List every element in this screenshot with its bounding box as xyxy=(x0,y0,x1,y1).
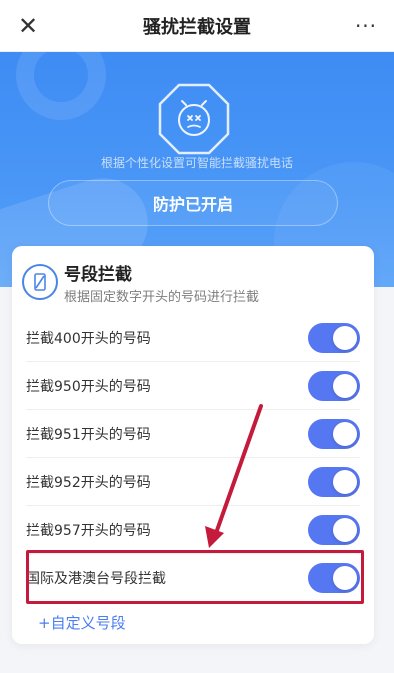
add-custom-segment-link[interactable]: +自定义号段 xyxy=(38,612,126,633)
toggle-knob xyxy=(333,518,357,542)
list-item: 拦截400开头的号码 xyxy=(26,314,360,362)
blocked-face-icon xyxy=(158,83,230,155)
toggle-switch[interactable] xyxy=(308,419,360,449)
phone-block-icon xyxy=(22,264,58,300)
toggle-knob xyxy=(333,374,357,398)
more-menu-icon[interactable]: ··· xyxy=(350,12,382,40)
toggle-knob xyxy=(333,326,357,350)
list-item: 国际及港澳台号段拦截 xyxy=(26,554,360,602)
card-description: 根据固定数字开头的号码进行拦截 xyxy=(64,290,260,305)
number-segment-card: 号段拦截 根据固定数字开头的号码进行拦截 拦截400开头的号码 拦截950开头的… xyxy=(12,246,374,644)
list-item: 拦截950开头的号码 xyxy=(26,362,360,410)
rule-label: 拦截951开头的号码 xyxy=(26,426,151,443)
page-title: 骚扰拦截设置 xyxy=(143,16,251,38)
rule-label: 拦截950开头的号码 xyxy=(26,378,151,395)
toggle-knob xyxy=(333,470,357,494)
toggle-knob xyxy=(333,566,357,590)
card-header: 号段拦截 根据固定数字开头的号码进行拦截 xyxy=(12,246,374,314)
card-title: 号段拦截 xyxy=(64,265,132,285)
list-item: 拦截951开头的号码 xyxy=(26,410,360,458)
toggle-switch[interactable] xyxy=(308,563,360,593)
protection-status-button[interactable]: 防护已开启 xyxy=(48,180,338,226)
toggle-switch[interactable] xyxy=(308,323,360,353)
toggle-switch[interactable] xyxy=(308,467,360,497)
protection-status-label: 防护已开启 xyxy=(152,195,233,214)
rule-label: 国际及港澳台号段拦截 xyxy=(26,571,166,587)
toggle-switch[interactable] xyxy=(308,515,360,545)
toggle-knob xyxy=(333,422,357,446)
rule-label: 拦截957开头的号码 xyxy=(26,522,151,539)
nav-bar: ✕ 骚扰拦截设置 ··· xyxy=(0,0,394,52)
rule-label: 拦截400开头的号码 xyxy=(26,330,151,347)
close-icon[interactable]: ✕ xyxy=(14,12,42,40)
hero-subtitle: 根据个性化设置可智能拦截骚扰电话 xyxy=(100,156,293,170)
list-item: 拦截952开头的号码 xyxy=(26,458,360,506)
decorative-ring xyxy=(16,52,106,120)
toggle-switch[interactable] xyxy=(308,371,360,401)
rule-label: 拦截952开头的号码 xyxy=(26,474,151,491)
list-item: 拦截957开头的号码 xyxy=(26,506,360,554)
